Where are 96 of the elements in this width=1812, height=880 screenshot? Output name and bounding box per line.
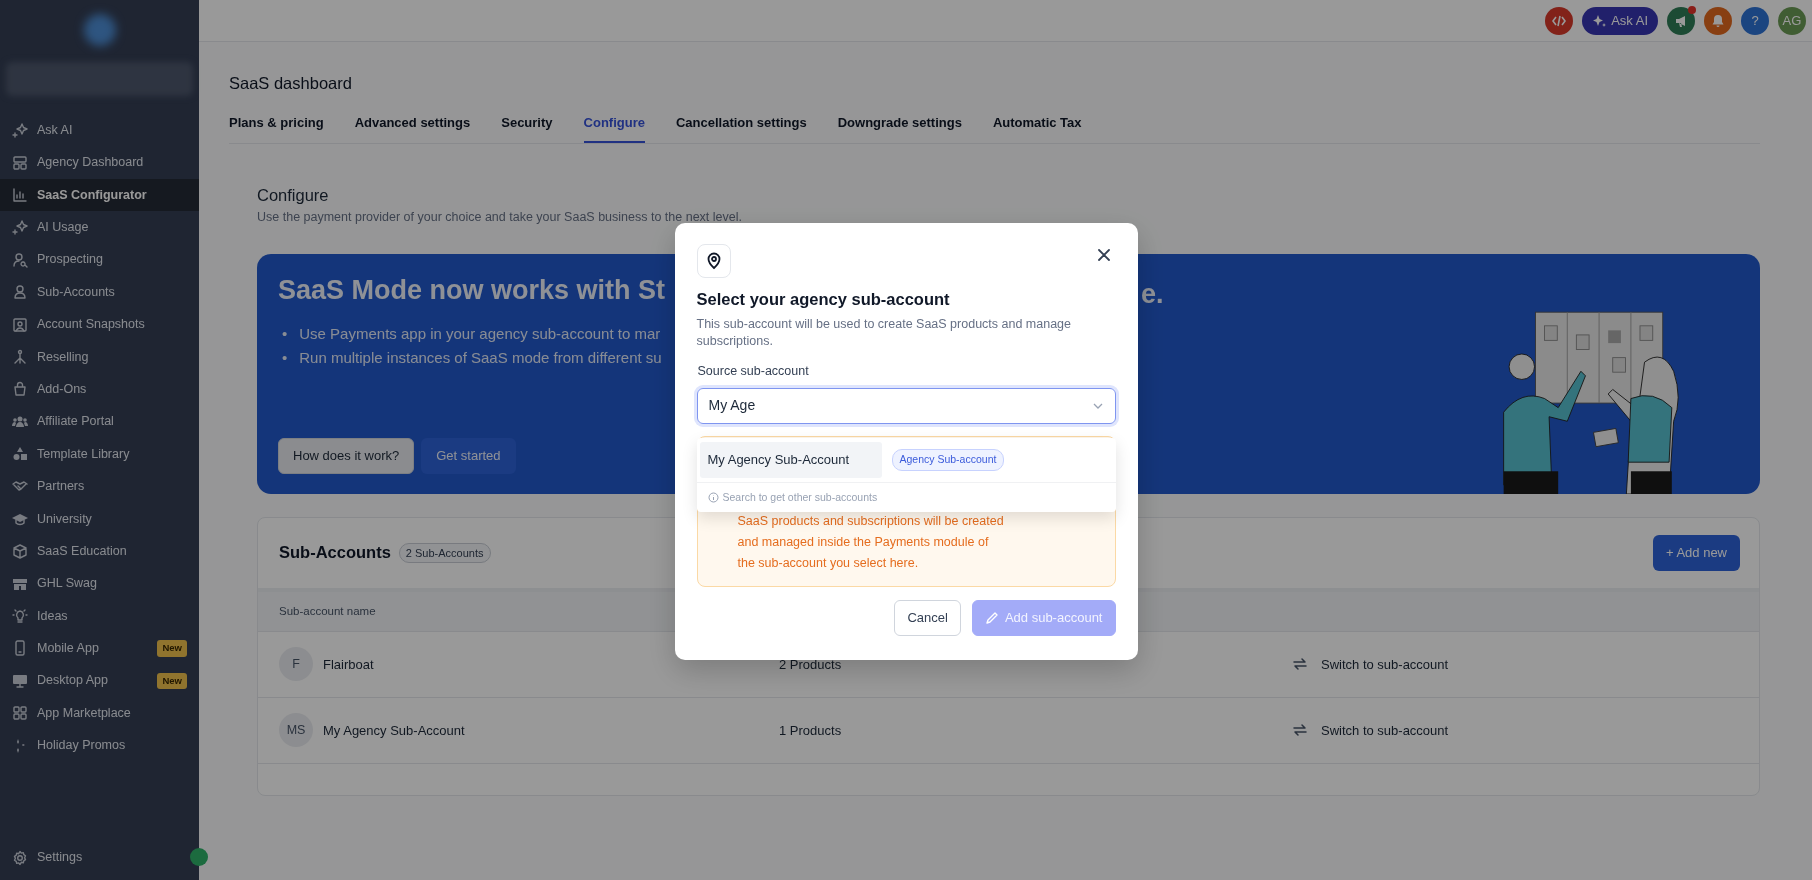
section-title: Configure bbox=[257, 186, 330, 207]
switch-link[interactable]: Switch to sub-account bbox=[1321, 654, 1449, 675]
network-icon bbox=[12, 348, 28, 365]
switch-link[interactable]: Switch to sub-account bbox=[1321, 720, 1449, 741]
bullet-marker: • bbox=[282, 324, 288, 345]
new-badge: New bbox=[157, 672, 187, 689]
grid-icon bbox=[12, 705, 28, 722]
account-type-tag: Agency Sub-account bbox=[891, 448, 1005, 471]
bulb-icon bbox=[12, 608, 28, 625]
field-label: Source sub-account bbox=[697, 362, 810, 380]
shapes-icon bbox=[12, 446, 28, 463]
logo-icon bbox=[83, 14, 116, 46]
sparkle-icon bbox=[12, 122, 28, 139]
sidebar-item[interactable]: Add-Ons bbox=[0, 373, 199, 406]
user-icon bbox=[12, 284, 28, 301]
card-title: Sub-Accounts bbox=[279, 542, 391, 563]
tab[interactable]: Plans & pricing bbox=[229, 111, 324, 144]
sidebar-item[interactable]: GHL Swag bbox=[0, 567, 199, 600]
section-subtitle: Use the payment provider of your choice and take your SaaS business to the next level. bbox=[257, 209, 743, 227]
settings-icon bbox=[12, 849, 28, 866]
sidebar-item[interactable]: Prospecting bbox=[0, 243, 199, 276]
sidebar-item[interactable]: SaaS Configurator bbox=[0, 178, 199, 212]
field-value: My Age bbox=[708, 396, 756, 416]
sidebar-item[interactable]: University bbox=[0, 502, 199, 536]
sparkle-icon bbox=[12, 219, 28, 236]
info-icon bbox=[707, 491, 719, 503]
help-button[interactable]: ? bbox=[1741, 6, 1769, 35]
warning-text: SaaS products and subscriptions will be created and managed inside the Payments module of the sub-account you select here. bbox=[737, 512, 1005, 572]
sidebar-item[interactable]: Sub-Accounts bbox=[0, 275, 199, 309]
user-search-icon bbox=[12, 251, 28, 268]
switch-icon bbox=[1292, 656, 1308, 673]
bell-icon bbox=[1711, 13, 1725, 28]
code-button[interactable] bbox=[1545, 6, 1574, 35]
collapse-handle[interactable] bbox=[190, 848, 208, 866]
notifications-button[interactable] bbox=[1704, 6, 1732, 35]
sidebar-item[interactable]: Mobile App New bbox=[0, 632, 199, 665]
dashboard-icon bbox=[12, 154, 28, 171]
count-badge: 2 Sub-Accounts bbox=[398, 542, 491, 564]
add-new-button[interactable]: + Add new bbox=[1652, 534, 1740, 571]
products-count: 1 Products bbox=[779, 721, 842, 740]
ask-ai-button[interactable]: Ask AI bbox=[1582, 6, 1658, 35]
pencil-icon bbox=[984, 610, 999, 625]
account-name: Flairboat bbox=[323, 655, 374, 674]
bullet-text: Use Payments app in your agency sub-account to mar bbox=[299, 324, 661, 345]
dialog-title: Select your agency sub-account bbox=[696, 290, 951, 310]
sidebar-item[interactable]: AI Usage bbox=[0, 211, 199, 244]
sidebar-item[interactable]: Account Snapshots bbox=[0, 308, 199, 341]
sidebar-item[interactable]: Desktop App New bbox=[0, 664, 199, 698]
tab[interactable]: Advanced settings bbox=[354, 111, 471, 144]
megaphone-icon bbox=[1674, 13, 1688, 28]
sparkle-icon bbox=[1592, 13, 1607, 28]
new-badge: New bbox=[157, 640, 187, 657]
get-started-button[interactable]: Get started bbox=[421, 437, 516, 474]
code-icon bbox=[1552, 13, 1567, 28]
sidebar-item[interactable]: Ideas bbox=[0, 599, 199, 633]
column-header: Sub-account name bbox=[279, 603, 376, 619]
products-count: 2 Products bbox=[779, 655, 842, 674]
banner-title: SaaS Mode now works with St bbox=[278, 273, 666, 307]
dropdown-option[interactable]: My Agency Sub-Account bbox=[699, 442, 882, 478]
box-icon bbox=[12, 543, 28, 560]
switch-icon bbox=[1292, 722, 1308, 739]
bullet-marker: • bbox=[282, 347, 288, 368]
tab[interactable]: Configure bbox=[583, 111, 645, 144]
sidebar-item[interactable]: Template Library bbox=[0, 437, 199, 471]
avatar: F bbox=[279, 647, 313, 682]
sidebar-item[interactable]: Affiliate Portal bbox=[0, 405, 199, 438]
dialog-description: This sub-account will be used to create SaaS products and manage subscriptions. bbox=[696, 315, 1073, 350]
hint-text: Search to get other sub-accounts bbox=[722, 489, 878, 505]
bag-icon bbox=[12, 381, 28, 398]
page-title: SaaS dashboard bbox=[229, 74, 353, 94]
tab[interactable]: Cancellation settings bbox=[675, 111, 807, 144]
image-user-icon bbox=[12, 316, 28, 333]
close-icon[interactable] bbox=[1096, 248, 1111, 262]
user-avatar[interactable]: AG bbox=[1778, 6, 1806, 35]
select-field[interactable]: My Age bbox=[696, 387, 1116, 424]
sidebar-item[interactable]: Agency Dashboard bbox=[0, 146, 199, 179]
phone-icon bbox=[12, 640, 28, 657]
sidebar-item[interactable]: Reselling bbox=[0, 340, 199, 374]
banner-title: e. bbox=[1141, 277, 1164, 311]
tab[interactable]: Security bbox=[501, 111, 553, 144]
avatar: MS bbox=[279, 713, 313, 748]
sidebar-item[interactable]: App Marketplace bbox=[0, 697, 199, 730]
chart-icon bbox=[12, 186, 28, 203]
account-name: My Agency Sub-Account bbox=[323, 721, 465, 740]
monitor-icon bbox=[12, 672, 28, 689]
sidebar-item[interactable]: Ask AI bbox=[0, 114, 199, 147]
cancel-button[interactable]: Cancel bbox=[894, 599, 961, 636]
location-pin-icon bbox=[696, 244, 731, 278]
bullet-text: Run multiple instances of SaaS mode from different su bbox=[299, 347, 662, 368]
sidebar-item[interactable]: SaaS Education bbox=[0, 535, 199, 568]
announcements-button[interactable] bbox=[1667, 6, 1695, 35]
tab[interactable]: Downgrade settings bbox=[837, 111, 962, 144]
sidebar-item[interactable]: Holiday Promos bbox=[0, 729, 199, 762]
info-button[interactable]: How does it work? bbox=[278, 437, 415, 474]
tab[interactable]: Automatic Tax bbox=[992, 111, 1082, 144]
sidebar-item[interactable]: Partners bbox=[0, 470, 199, 503]
